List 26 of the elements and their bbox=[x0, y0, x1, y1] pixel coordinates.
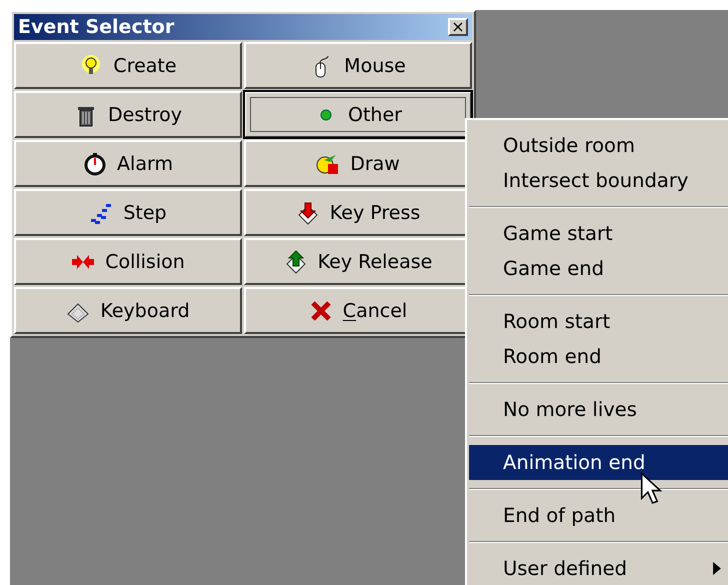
stopwatch-icon bbox=[83, 152, 108, 176]
event-button[interactable]: Other bbox=[244, 91, 472, 138]
event-button[interactable]: Step bbox=[14, 189, 242, 236]
menu-item[interactable]: Game end bbox=[469, 251, 728, 286]
event-button[interactable]: Destroy bbox=[14, 91, 242, 138]
menu-item[interactable]: Animation end bbox=[469, 445, 728, 480]
menu-item[interactable]: Room start bbox=[469, 304, 728, 339]
event-button[interactable]: Keyboard bbox=[14, 287, 242, 334]
event-button[interactable]: Alarm bbox=[14, 140, 242, 187]
mouse-pointer-icon bbox=[640, 472, 662, 506]
event-button[interactable]: Collision bbox=[14, 238, 242, 285]
cross-icon bbox=[308, 298, 333, 322]
key-up-icon bbox=[284, 250, 308, 274]
submenu-arrow-icon bbox=[713, 562, 721, 575]
menu-item[interactable]: Room end bbox=[469, 339, 728, 374]
close-button[interactable]: × bbox=[448, 18, 468, 36]
menu-item[interactable]: User defined bbox=[469, 551, 728, 585]
menu-item[interactable]: Game start bbox=[469, 216, 728, 251]
key-down-icon bbox=[296, 200, 320, 224]
menu-item[interactable]: Intersect boundary bbox=[469, 163, 728, 198]
event-button[interactable]: Mouse bbox=[244, 42, 472, 89]
menu-item[interactable]: Outside room bbox=[469, 128, 728, 163]
event-button[interactable]: Create bbox=[14, 42, 242, 89]
menu-item[interactable]: No more lives bbox=[469, 392, 728, 427]
window-title: Event Selector bbox=[18, 16, 174, 38]
menu-item[interactable]: End of path bbox=[469, 498, 728, 533]
